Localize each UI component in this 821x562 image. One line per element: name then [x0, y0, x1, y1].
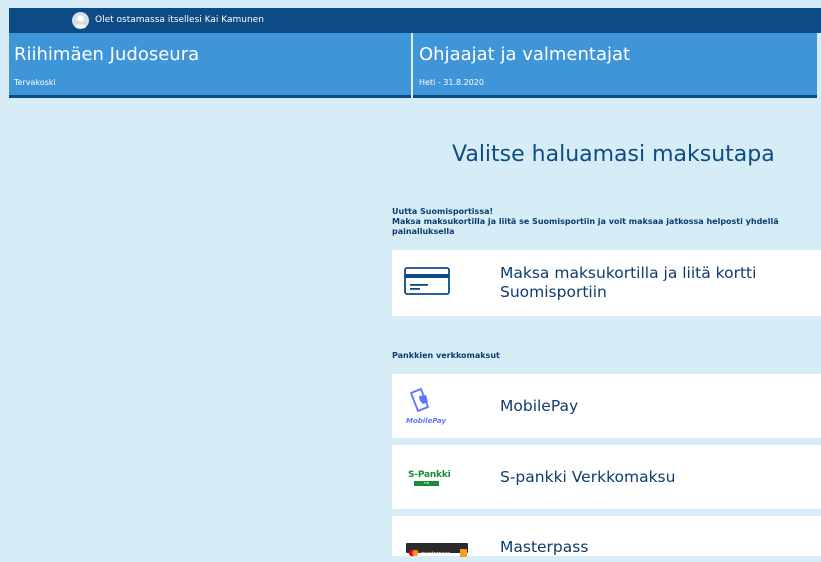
page-title: Valitse haluamasi maksutapa: [452, 142, 775, 167]
promo-line-1: Uutta Suomisportissa!: [392, 207, 494, 216]
s-pankki-logo-text: S-Pankki: [408, 470, 451, 480]
promo-line-3: painalluksella: [392, 227, 455, 236]
pay-with-card-option[interactable]: Maksa maksukortilla ja liitä kortti Suom…: [392, 250, 821, 316]
s-pankki-option[interactable]: S-Pankki FTB S-pankki Verkkomaksu: [392, 445, 821, 509]
product-header: Ohjaajat ja valmentajat Heti - 31.8.2020: [413, 33, 817, 98]
mobilepay-option[interactable]: MobilePay MobilePay: [392, 374, 821, 438]
club-name: Riihimäen Judoseura: [14, 44, 200, 65]
masterpass-logo: masterpass: [406, 543, 468, 557]
product-period: Heti - 31.8.2020: [419, 78, 484, 87]
pay-with-card-label-line-2: Suomisportiin: [500, 283, 607, 301]
masterpass-option[interactable]: masterpass Masterpass: [392, 516, 821, 557]
promo-text: Uutta Suomisportissa! Maksa maksukortill…: [392, 207, 821, 237]
club-header: Riihimäen Judoseura Tervakoski: [9, 33, 411, 98]
s-pankki-logo-subtext: FTB: [414, 481, 439, 486]
masterpass-label: Masterpass: [500, 538, 589, 556]
s-pankki-logo: S-Pankki FTB: [408, 470, 451, 488]
product-name: Ohjaajat ja valmentajat: [419, 44, 631, 65]
s-pankki-label: S-pankki Verkkomaksu: [500, 468, 676, 486]
bank-payments-heading: Pankkien verkkomaksut: [392, 351, 500, 360]
top-bar: Olet ostamassa itsellesi Kai Kamunen: [9, 8, 821, 33]
mobilepay-logo: [406, 387, 434, 419]
pay-with-card-label: Maksa maksukortilla ja liitä kortti Suom…: [500, 264, 756, 302]
mobilepay-label: MobilePay: [500, 397, 579, 415]
mobilepay-logo-text: MobilePay: [406, 417, 447, 425]
promo-line-2: Maksa maksukortilla ja liitä se Suomispo…: [392, 217, 779, 226]
buyer-info-text: Olet ostamassa itsellesi Kai Kamunen: [95, 15, 264, 25]
masterpass-logo-text: masterpass: [421, 551, 450, 557]
credit-card-icon: [404, 267, 450, 299]
user-avatar-icon[interactable]: [72, 12, 89, 29]
club-location: Tervakoski: [14, 78, 56, 87]
pay-with-card-label-line-1: Maksa maksukortilla ja liitä kortti: [500, 264, 757, 282]
